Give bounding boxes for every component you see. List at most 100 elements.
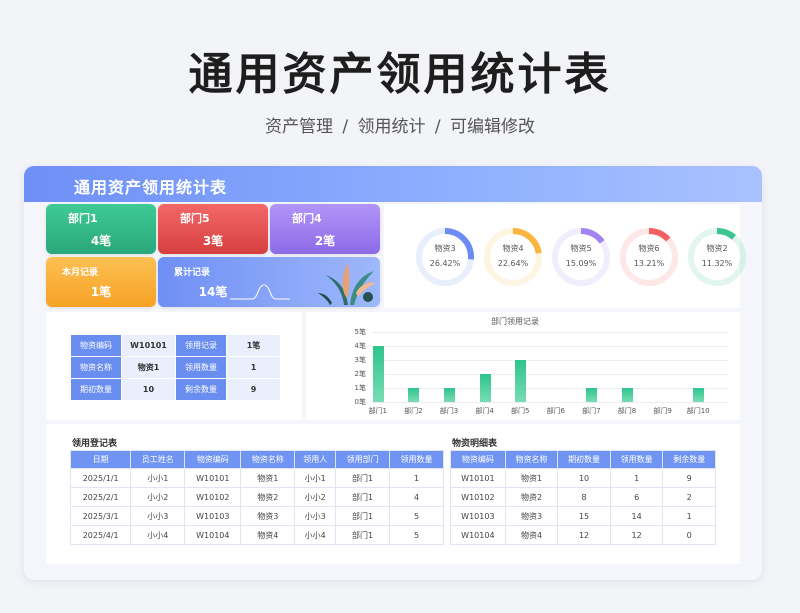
chart-gridline [372,346,728,347]
y-tick-label: 3笔 [354,356,366,364]
info-value: 1 [226,356,281,379]
table-cell: W10101 [450,468,506,488]
table-cell: 5 [389,506,444,526]
tile-value: 4笔 [90,234,112,248]
table-cell: 小小4 [130,525,186,545]
table-cell: 部门1 [335,468,391,488]
x-tick-label: 部门1 [368,407,388,415]
bar-部门3[interactable] [444,388,455,402]
register-col-header[interactable]: 物资编码 [184,450,242,469]
register-col-header[interactable]: 日期 [69,450,132,469]
tile-dept5[interactable]: 部门5 3笔 [158,204,268,254]
x-tick-label: 部门5 [510,407,530,415]
chart-gridline [372,388,728,389]
table-cell: 小小3 [130,506,186,526]
info-key: 物资名称 [70,356,122,379]
y-tick-label: 5笔 [354,328,366,336]
table-row[interactable]: W10103 物资3 15 14 1 [450,506,716,526]
table-cell: W10104 [184,525,242,545]
chart-panel: 部门领用记录 0笔 1笔 2笔 3笔 4笔 5笔 部门1 部门2 部门3 部门4 部门5 部门6 部门7… [306,312,740,420]
tile-value: 3笔 [202,234,224,248]
tile-dept1[interactable]: 部门1 4笔 [46,204,156,254]
table-cell: 2025/1/1 [69,468,132,488]
donut-value: 22.64% [497,259,529,268]
table-cell: 部门1 [335,506,391,526]
x-tick-label: 部门10 [686,407,710,415]
bar-部门2[interactable] [408,388,420,402]
bar-部门4[interactable] [479,374,491,402]
detail-col-header[interactable]: 期初数量 [557,450,611,469]
bar-部门1[interactable] [372,346,384,402]
donut-2: 物资4 22.64% [482,226,544,288]
detail-col-header[interactable]: 剩余数量 [662,450,716,469]
table-cell: 部门1 [335,487,391,507]
tables-panel: 领用登记表 日期 员工姓名 物资编码 物资名称 领用人 领用部门 领用数量 2025/1/1… [46,424,740,564]
x-tick-label: 部门6 [546,407,566,415]
table-cell: 8 [557,487,611,507]
x-tick-label: 部门7 [582,407,601,415]
table-cell: 12 [609,525,664,545]
detail-col-header[interactable]: 物资名称 [504,450,559,469]
bar-部门8[interactable] [622,388,633,402]
info-key: 物资编码 [70,334,122,357]
donut-panel: 物资3 26.42% 物资4 22.64% 物资5 15.09% 物资6 13.21% 物资2 1… [384,204,746,308]
bar-部门10[interactable] [693,388,705,402]
table-cell: W10102 [450,487,506,507]
table-row[interactable]: W10101 物资1 10 1 9 [450,468,716,488]
detail-table: 物资编码 物资名称 期初数量 领用数量 剩余数量 W10101 物资1 10 1 9 W10102… [450,450,716,545]
table-cell: 9 [662,468,716,488]
register-col-header[interactable]: 物资名称 [240,450,296,469]
table-cell: 物资4 [240,525,296,545]
register-col-header[interactable]: 领用部门 [335,450,391,469]
table-cell: 物资2 [504,487,559,507]
table-cell: W10102 [184,487,242,507]
info-row: 期初数量 10 剩余数量 9 [70,378,281,401]
chart-gridline [372,374,728,375]
table-cell: 物资1 [240,468,296,488]
detail-col-header[interactable]: 物资编码 [450,450,506,469]
register-col-header[interactable]: 领用数量 [389,450,444,469]
table-row[interactable]: W10104 物资4 12 12 0 [450,525,716,545]
table-cell: 小小1 [294,468,337,488]
trend-line-icon [230,284,290,300]
tile-month-records[interactable]: 本月记录 1笔 [46,257,156,307]
table-cell: 2 [662,487,716,507]
info-value: 1笔 [226,334,281,357]
donut-label: 物资5 [570,244,592,253]
donut-value: 26.42% [429,259,461,268]
table-cell: 10 [557,468,611,488]
table-cell: 1 [662,506,716,526]
detail-col-header[interactable]: 领用数量 [609,450,664,469]
table-cell: W10103 [184,506,242,526]
donut-value: 15.09% [565,259,597,268]
bar-部门5[interactable] [515,360,527,402]
info-row: 物资编码 W10101 领用记录 1笔 [70,334,281,357]
donut-label: 物资2 [706,244,728,253]
table-row[interactable]: 2025/3/1 小小3 W10103 物资3 小小3 部门1 5 [69,506,444,526]
info-value: W10101 [121,334,176,357]
table-cell: 物资1 [504,468,559,488]
table-cell: 小小1 [130,468,186,488]
table-cell: 物资3 [504,506,559,526]
x-tick-label: 部门9 [653,407,672,415]
table-cell: 2025/4/1 [69,525,132,545]
table-row[interactable]: W10102 物资2 8 6 2 [450,487,716,507]
tile-label: 部门1 [68,212,98,225]
chart-gridline [372,402,728,403]
table-cell: 物资4 [504,525,559,545]
tile-total-records[interactable]: 累计记录 14笔 [158,257,380,307]
bar-部门7[interactable] [586,388,598,402]
tile-dept4[interactable]: 部门4 2笔 [270,204,380,254]
table-row[interactable]: 2025/1/1 小小1 W10101 物资1 小小1 部门1 1 [69,468,444,488]
card-title: 通用资产领用统计表 [74,178,228,197]
donut-3: 物资5 15.09% [550,226,612,288]
table-row[interactable]: 2025/4/1 小小4 W10104 物资4 小小4 部门1 5 [69,525,444,545]
chart-gridline [372,332,728,333]
register-col-header[interactable]: 领用人 [294,450,337,469]
register-col-header[interactable]: 员工姓名 [130,450,186,469]
table-cell: 小小2 [130,487,186,507]
table-row[interactable]: 2025/2/1 小小2 W10102 物资2 小小2 部门1 4 [69,487,444,507]
table-cell: W10104 [450,525,506,545]
y-tick-label: 4笔 [354,342,366,350]
info-value: 物资1 [121,356,176,379]
